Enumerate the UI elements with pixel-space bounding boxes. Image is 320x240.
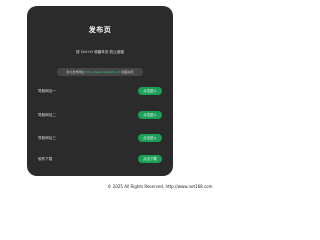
- download-row: 软件下载 点击下载: [38, 154, 162, 164]
- permanent-url-box: 永久发布网址 http://www.net168.com 收藏本页: [57, 68, 143, 76]
- nav-row-2: 导航网址二 点击进入: [38, 110, 162, 120]
- download-label: 软件下载: [38, 156, 53, 161]
- enter-button-1[interactable]: 点击进入: [138, 87, 162, 95]
- page-title: 发布页: [88, 26, 112, 34]
- nav-label-2: 导航网址二: [38, 112, 56, 117]
- download-button[interactable]: 点击下载: [138, 155, 162, 163]
- nav-label-3: 导航网址三: [38, 135, 56, 140]
- nav-row-1: 导航网址一 点击进入: [38, 86, 162, 96]
- enter-button-2[interactable]: 点击进入: [138, 111, 162, 119]
- enter-button-3[interactable]: 点击进入: [138, 134, 162, 142]
- nav-row-3: 导航网址三 点击进入: [38, 133, 162, 143]
- bookmark-hint: 按 Ctrl+D 收藏本页 防止迷路: [76, 50, 124, 54]
- permanent-url-link[interactable]: http://www.net168.com: [85, 70, 120, 74]
- url-suffix: 收藏本页: [121, 70, 134, 74]
- url-prefix: 永久发布网址: [66, 70, 85, 74]
- nav-label-1: 导航网址一: [38, 88, 56, 93]
- publish-card: 发布页 按 Ctrl+D 收藏本页 防止迷路 永久发布网址 http://www…: [27, 6, 173, 176]
- copyright-footer: © 2025 All Rights Reserved, http://www.n…: [107, 184, 213, 189]
